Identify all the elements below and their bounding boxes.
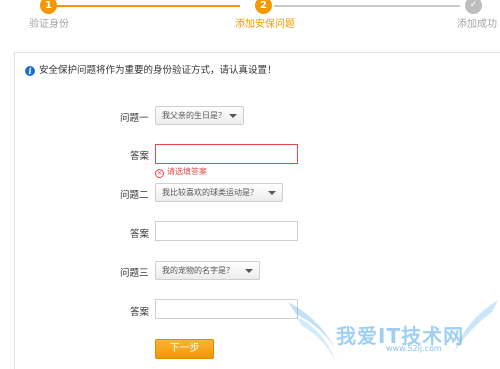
answer-2-label: 答案 [130, 229, 150, 240]
question-1-label: 问题一 [120, 113, 149, 124]
answer-3-input[interactable] [155, 299, 298, 319]
question-2-select[interactable]: 我比较喜欢的球类运动是？ [155, 183, 283, 202]
answer-1-error: × 请选填答案 [155, 166, 207, 178]
step-1-label: 验证身份 [29, 19, 69, 30]
step-1-circle: 1 [40, 0, 57, 14]
info-icon: i [25, 66, 35, 76]
question-1-selected: 我父亲的生日是？ [162, 111, 226, 120]
chevron-down-icon [245, 269, 253, 273]
answer-3-label: 答案 [130, 307, 150, 318]
next-step-button[interactable]: 下一步 [155, 339, 214, 359]
step-2-label: 添加安保问题 [235, 19, 295, 30]
progress-line-completed [56, 5, 240, 7]
answer-1-input[interactable] [155, 144, 298, 164]
step-3-label: 添加成功 [457, 19, 497, 30]
answer-1-error-text: 请选填答案 [167, 167, 207, 176]
answer-2-input[interactable] [155, 221, 298, 241]
question-3-select[interactable]: 我的宠物的名字是？ [155, 261, 260, 280]
answer-1-label: 答案 [130, 151, 150, 162]
progress-steps: 1 2 ✓ 验证身份 添加安保问题 添加成功 [0, 0, 500, 34]
progress-line-pending [274, 5, 460, 7]
chevron-down-icon [268, 191, 276, 195]
question-1-select[interactable]: 我父亲的生日是？ [155, 106, 244, 125]
question-2-label: 问题二 [120, 190, 149, 201]
notice-text: 安全保护问题将作为重要的身份验证方式，请认真设置！ [39, 65, 277, 76]
question-2-selected: 我比较喜欢的球类运动是？ [162, 188, 258, 197]
chevron-down-icon [229, 114, 237, 118]
error-icon: × [155, 169, 164, 178]
watermark: 我爱IT技术网 www.52ij.com [286, 292, 500, 369]
watermark-url: www.52ij.com [386, 344, 442, 353]
question-3-label: 问题三 [120, 268, 149, 279]
step-3-check-icon: ✓ [465, 0, 482, 14]
step-2-circle: 2 [255, 0, 272, 14]
question-3-selected: 我的宠物的名字是？ [162, 266, 234, 275]
notice: i 安全保护问题将作为重要的身份验证方式，请认真设置！ [25, 65, 277, 77]
